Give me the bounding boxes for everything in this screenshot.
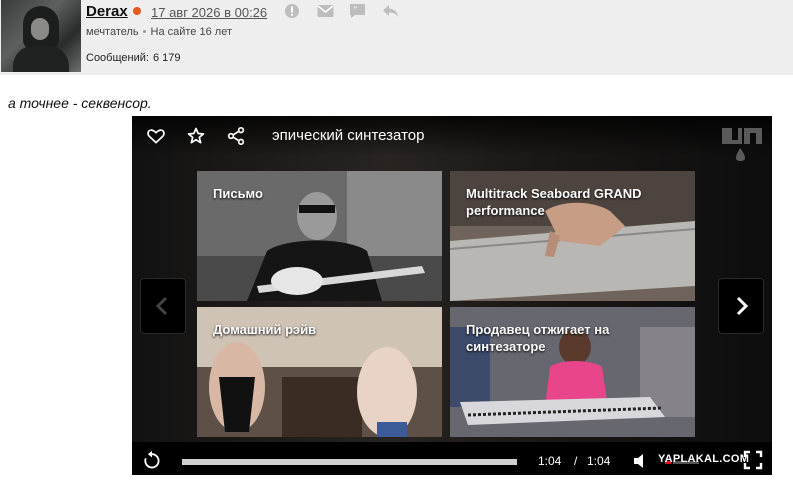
tile-title: Письмо bbox=[213, 186, 263, 201]
reply-icon[interactable] bbox=[382, 3, 398, 19]
separator-dot: • bbox=[142, 26, 147, 38]
time-current: 1:04 bbox=[538, 454, 562, 468]
related-video-tile[interactable]: Multitrack Seaboard GRAND performance bbox=[450, 171, 695, 301]
prev-arrow-button[interactable] bbox=[140, 278, 186, 334]
star-icon[interactable] bbox=[186, 126, 206, 146]
video-title[interactable]: эпический синтезатор bbox=[272, 127, 424, 144]
message-count-label: Сообщений: bbox=[86, 52, 149, 64]
progress-bar[interactable] bbox=[182, 459, 517, 465]
volume-icon[interactable] bbox=[632, 452, 652, 470]
post-date-link[interactable]: 17 авг 2026 в 00:26 bbox=[151, 5, 267, 20]
post-header: Derax 17 авг 2026 в 00:26 ” мечтатель • На… bbox=[0, 0, 793, 75]
user-role: мечтатель bbox=[86, 26, 139, 38]
username-link[interactable]: Derax bbox=[86, 3, 128, 20]
info-icon[interactable] bbox=[284, 3, 300, 19]
user-role-line: мечтатель • На сайте 16 лет bbox=[86, 26, 232, 38]
site-logo-icon bbox=[720, 124, 766, 162]
heart-icon[interactable] bbox=[146, 126, 166, 146]
related-video-tile[interactable]: Письмо bbox=[197, 171, 442, 301]
progress-fill bbox=[182, 459, 517, 465]
time-total: 1:04 bbox=[587, 454, 611, 468]
related-video-tile[interactable]: Продавец отжигает на синтезаторе bbox=[450, 307, 695, 437]
quote-icon[interactable]: ” bbox=[349, 3, 365, 19]
svg-text:”: ” bbox=[353, 6, 358, 16]
avatar[interactable] bbox=[1, 0, 81, 72]
on-site-duration: На сайте 16 лет bbox=[150, 26, 232, 38]
replay-icon[interactable] bbox=[142, 450, 162, 470]
video-player[interactable]: эпический синтезатор Письмо Multitrack S… bbox=[132, 116, 772, 475]
tile-title: Домашний рэйв bbox=[213, 322, 317, 337]
tile-title: Multitrack Seaboard GRAND performance bbox=[466, 186, 642, 218]
mail-icon[interactable] bbox=[317, 3, 334, 19]
message-count-value: 6 179 bbox=[152, 52, 181, 64]
share-icon[interactable] bbox=[226, 126, 246, 146]
post-text: а точнее - секвенсор. bbox=[8, 95, 152, 111]
message-count: Сообщений: 6 179 bbox=[86, 52, 180, 64]
time-separator: / bbox=[574, 454, 578, 468]
online-status-dot bbox=[133, 7, 141, 15]
related-video-tile[interactable]: Домашний рэйв bbox=[197, 307, 442, 437]
next-arrow-button[interactable] bbox=[718, 278, 764, 334]
watermark: YAPLAKAL.COM bbox=[658, 453, 750, 465]
fullscreen-icon[interactable] bbox=[743, 450, 763, 470]
tile-title: Продавец отжигает на синтезаторе bbox=[466, 322, 610, 354]
